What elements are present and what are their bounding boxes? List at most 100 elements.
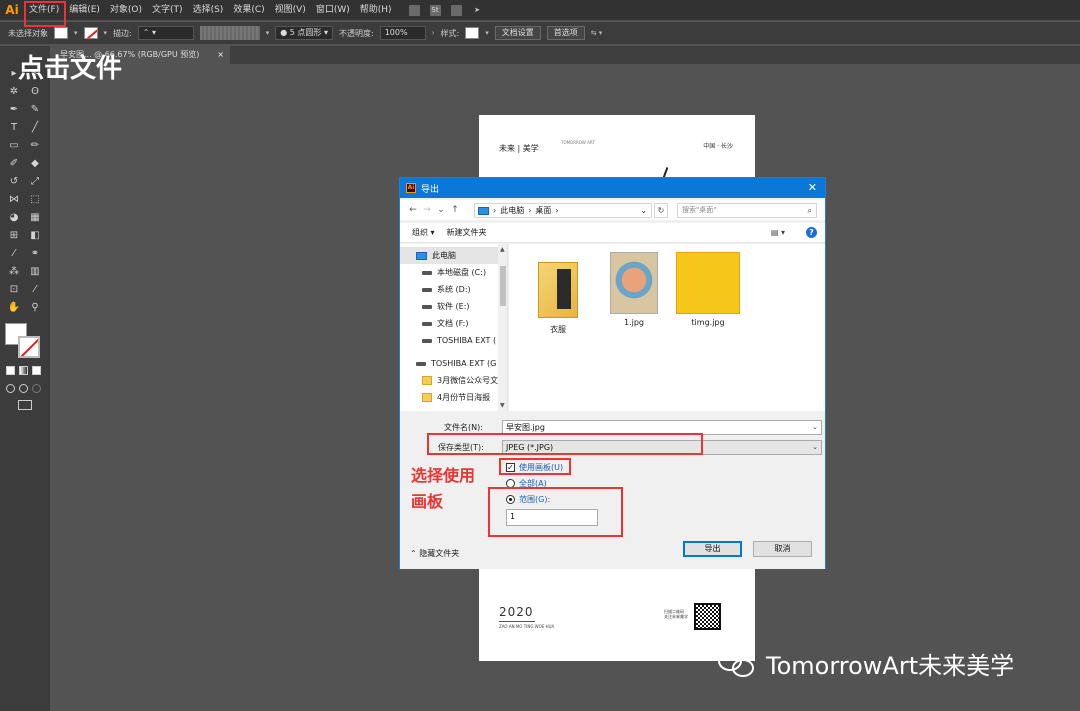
file-item[interactable]: timg.jpg: [673, 252, 743, 327]
nav-item[interactable]: 系统 (D:): [400, 281, 507, 298]
draw-normal-icon[interactable]: [6, 384, 15, 393]
chevron-down-icon[interactable]: ⌄: [812, 441, 818, 454]
slice-tool-icon[interactable]: ⁄: [28, 284, 42, 296]
organize-button[interactable]: 组织 ▾: [412, 227, 435, 238]
opacity-field[interactable]: 100%: [379, 26, 426, 40]
chevron-down-icon[interactable]: ▾: [104, 29, 108, 37]
menu-item-5[interactable]: 效果(C): [228, 0, 269, 20]
width-tool-icon[interactable]: ⋈: [7, 194, 21, 206]
symbol-sprayer-icon[interactable]: ⁂: [7, 266, 21, 278]
nav-item[interactable]: 软件 (E:): [400, 298, 507, 315]
back-arrow-icon[interactable]: ←: [406, 205, 420, 215]
up-arrow-icon[interactable]: ↑: [448, 205, 462, 215]
fill-color-swatch[interactable]: [54, 27, 68, 39]
menu-item-1[interactable]: 编辑(E): [64, 0, 105, 20]
scroll-down-icon[interactable]: ▼: [500, 402, 505, 409]
breadcrumb-desktop[interactable]: 桌面: [535, 205, 551, 216]
blend-tool-icon[interactable]: ⚭: [28, 248, 42, 260]
paintbrush-icon[interactable]: ✏: [28, 140, 42, 152]
chevron-down-icon[interactable]: ▾: [74, 29, 78, 37]
breadcrumb-separator: ›: [528, 206, 532, 215]
draw-behind-icon[interactable]: [19, 384, 28, 393]
type-tool-icon[interactable]: T: [7, 122, 21, 134]
cancel-button[interactable]: 取消: [753, 541, 812, 557]
eyedropper-icon[interactable]: ⁄: [7, 248, 21, 260]
menu-item-6[interactable]: 视图(V): [270, 0, 311, 20]
brush-definition-field[interactable]: ● 5 点圆形 ▾: [275, 26, 333, 40]
view-options-icon[interactable]: ▤ ▾: [771, 228, 785, 237]
gradient-tool-icon[interactable]: ◧: [28, 230, 42, 242]
bridge-icon[interactable]: [408, 4, 420, 16]
gradient-mode-icon[interactable]: [19, 366, 28, 375]
preferences-button[interactable]: 首选项: [546, 26, 585, 40]
magic-wand-icon[interactable]: ✲: [7, 86, 21, 98]
search-input[interactable]: 搜索"桌面" ⌕: [677, 203, 817, 218]
none-mode-icon[interactable]: [32, 366, 41, 375]
eraser-icon[interactable]: ◆: [28, 158, 42, 170]
scroll-up-icon[interactable]: ▲: [500, 246, 505, 253]
menu-item-4[interactable]: 选择(S): [188, 0, 229, 20]
chevron-right-icon[interactable]: ›: [432, 29, 435, 37]
nav-item[interactable]: 此电脑: [400, 247, 507, 264]
recent-dropdown-icon[interactable]: ⌄: [434, 205, 448, 215]
lasso-icon[interactable]: ʘ: [28, 86, 42, 98]
curvature-tool-icon[interactable]: ✎: [28, 104, 42, 116]
chevron-down-icon[interactable]: ▾: [266, 29, 270, 37]
nav-item[interactable]: TOSHIBA EXT (G: [400, 355, 507, 372]
rotate-tool-icon[interactable]: ↺: [7, 176, 21, 188]
arrange-documents-icon[interactable]: [450, 4, 462, 16]
forward-arrow-icon[interactable]: →: [420, 205, 434, 215]
file-item[interactable]: 1.jpg: [599, 252, 669, 327]
nav-item[interactable]: 文档 (F:): [400, 315, 507, 332]
shaper-tool-icon[interactable]: ✐: [7, 158, 21, 170]
draw-inside-icon[interactable]: [32, 384, 41, 393]
menu-item-2[interactable]: 对象(O): [105, 0, 147, 20]
graphic-style-swatch[interactable]: [465, 27, 480, 39]
nav-item[interactable]: 4月份节日海报: [400, 389, 507, 406]
address-bar[interactable]: › 此电脑 › 桌面 › ⌄: [474, 203, 652, 218]
export-button[interactable]: 导出: [683, 541, 742, 557]
variable-width-profile[interactable]: [199, 26, 260, 40]
zoom-tool-icon[interactable]: ⚲: [28, 302, 42, 314]
file-item[interactable]: 衣服: [523, 262, 593, 335]
menu-bar: Ai 文件(F) 编辑(E) 对象(O) 文字(T) 选择(S) 效果(C) 视图(V) 窗口…: [0, 0, 1080, 20]
close-icon[interactable]: ×: [217, 46, 224, 64]
perspective-grid-icon[interactable]: ▦: [28, 212, 42, 224]
artboard-tool-icon[interactable]: ⊡: [7, 284, 21, 296]
nav-scroll-thumb[interactable]: [500, 266, 506, 306]
stroke-color-swatch[interactable]: [83, 27, 98, 39]
chevron-down-icon[interactable]: ▾: [485, 29, 489, 37]
help-icon[interactable]: ?: [806, 227, 817, 238]
screen-mode-icon[interactable]: [18, 400, 32, 410]
menu-item-3[interactable]: 文字(T): [147, 0, 188, 20]
document-setup-button[interactable]: 文档设置: [494, 26, 541, 40]
breadcrumb-this-pc[interactable]: 此电脑: [500, 205, 524, 216]
menu-item-7[interactable]: 窗口(W): [311, 0, 355, 20]
stock-icon[interactable]: St: [429, 4, 441, 16]
nav-item[interactable]: TOSHIBA EXT (: [400, 332, 507, 349]
rectangle-tool-icon[interactable]: ▭: [7, 140, 21, 152]
nav-item[interactable]: 3月微信公众号文: [400, 372, 507, 389]
chevron-down-icon[interactable]: ⌄: [640, 206, 647, 215]
tool-grid: ▸ ▹ ✲ ʘ ✒ ✎ T ╱ ▭ ✏ ✐ ◆ ↺ ⤢ ⋈ ⬚ ◕ ▦ ⊞ ◧ …: [7, 68, 47, 314]
column-graph-icon[interactable]: ▥: [28, 266, 42, 278]
shape-builder-icon[interactable]: ◕: [7, 212, 21, 224]
publish-icon[interactable]: ➤: [472, 5, 483, 16]
hide-folders-toggle[interactable]: ⌃ 隐藏文件夹: [410, 548, 459, 559]
free-transform-icon[interactable]: ⬚: [28, 194, 42, 206]
stroke-weight-field[interactable]: ⌃ ▾: [137, 26, 194, 40]
chevron-down-icon[interactable]: ⌄: [812, 421, 818, 434]
hand-tool-icon[interactable]: ✋: [7, 302, 21, 314]
close-icon[interactable]: ✕: [808, 181, 817, 194]
arrange-icon[interactable]: ⇆ ▾: [591, 29, 603, 37]
scale-tool-icon[interactable]: ⤢: [28, 176, 42, 188]
stroke-swatch[interactable]: [18, 336, 40, 358]
color-mode-icon[interactable]: [6, 366, 15, 375]
refresh-icon[interactable]: ↻: [654, 203, 668, 218]
line-tool-icon[interactable]: ╱: [28, 122, 42, 134]
nav-item[interactable]: 本地磁盘 (C:): [400, 264, 507, 281]
pen-tool-icon[interactable]: ✒: [7, 104, 21, 116]
mesh-tool-icon[interactable]: ⊞: [7, 230, 21, 242]
new-folder-button[interactable]: 新建文件夹: [447, 227, 487, 238]
menu-item-8[interactable]: 帮助(H): [355, 0, 397, 20]
